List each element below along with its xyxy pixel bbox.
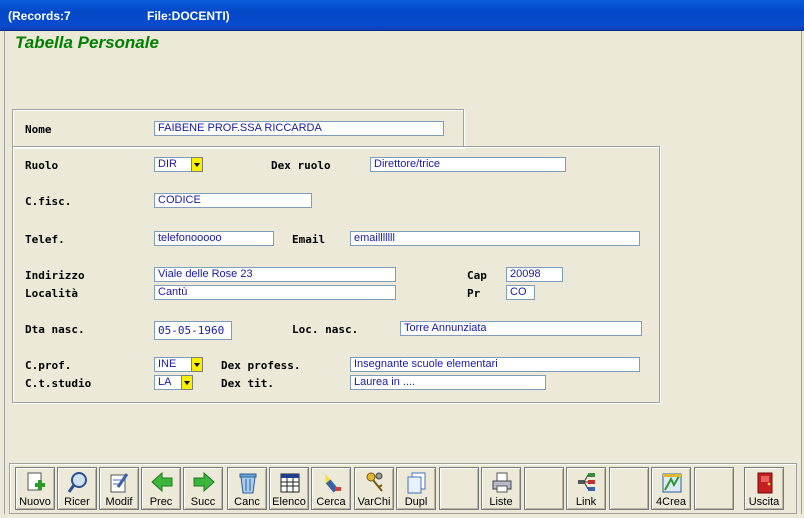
telef-field[interactable]: telefonooooo — [154, 231, 274, 246]
cap-field[interactable]: 20098 — [506, 267, 563, 282]
dex-ruolo-label: Dex ruolo — [271, 159, 331, 172]
ctstudio-dropdown-button[interactable] — [181, 375, 193, 390]
cprof-label: C.prof. — [25, 359, 72, 372]
page-title: Tabella Personale — [15, 33, 159, 52]
ricer-button[interactable]: Ricer — [57, 467, 97, 510]
create-tool-icon — [662, 473, 682, 493]
dta-nasc-label: Dta nasc. — [25, 323, 85, 336]
dex-tit-label: Dex tit. — [221, 377, 274, 390]
liste-label: Liste — [489, 496, 513, 508]
uscita-button[interactable]: Uscita — [744, 467, 784, 510]
empty-button-4[interactable] — [694, 467, 734, 510]
arrow-right-icon — [193, 471, 215, 493]
new-doc-icon — [27, 472, 45, 491]
loc-nasc-label: Loc. nasc. — [292, 323, 359, 336]
nuovo-button[interactable]: Nuovo — [15, 467, 55, 510]
dex-profess-label: Dex profess. — [221, 359, 301, 372]
modif-button[interactable]: Modif — [99, 467, 139, 510]
pr-label: Pr — [467, 287, 481, 300]
trash-icon — [239, 473, 257, 494]
dta-nasc-field[interactable]: 05-05-1960 — [154, 321, 232, 340]
4crea-label: 4Crea — [656, 496, 686, 508]
edit-doc-icon — [110, 473, 129, 493]
arrow-left-icon — [151, 471, 173, 493]
elenco-button[interactable]: Elenco — [269, 467, 309, 510]
telef-label: Telef. — [25, 233, 65, 246]
localita-field[interactable]: Cantù — [154, 285, 396, 300]
cap-label: Cap — [467, 269, 487, 282]
dex-tit-field[interactable]: Laurea in .... — [350, 375, 546, 390]
uscita-label: Uscita — [748, 496, 780, 508]
table-icon — [280, 473, 300, 493]
pr-field[interactable]: CO — [506, 285, 535, 300]
cprof-dropdown-button[interactable] — [191, 357, 203, 372]
link-label: Link — [575, 496, 597, 508]
canc-label: Canc — [234, 496, 260, 508]
printer-icon — [492, 472, 512, 493]
succ-button[interactable]: Succ — [183, 467, 223, 510]
indirizzo-label: Indirizzo — [25, 269, 85, 282]
elenco-label: Elenco — [272, 496, 306, 508]
title-bar: (Records:7 File:DOCENTI) — [0, 0, 804, 31]
link-tree-icon — [578, 473, 595, 491]
duplicate-icon — [407, 472, 426, 494]
dex-ruolo-field[interactable]: Direttore/trice — [370, 157, 566, 172]
canc-button[interactable]: Canc — [227, 467, 267, 510]
ruolo-label: Ruolo — [25, 159, 59, 172]
empty-button-3[interactable] — [609, 467, 649, 510]
dex-profess-field[interactable]: Insegnante scuole elementari — [350, 357, 640, 372]
ruolo-field[interactable]: DIR — [154, 157, 192, 172]
cerca-label: Cerca — [316, 496, 346, 508]
nuovo-label: Nuovo — [19, 496, 51, 508]
link-button[interactable]: Link — [566, 467, 606, 510]
cfisc-label: C.fisc. — [25, 195, 72, 208]
modif-label: Modif — [105, 496, 133, 508]
cerca-button[interactable]: Cerca — [311, 467, 351, 510]
ricer-label: Ricer — [64, 496, 90, 508]
exit-door-icon — [757, 472, 773, 494]
localita-label: Località — [25, 287, 78, 300]
nome-field[interactable]: FAIBENE PROF.SSA RICCARDA — [154, 121, 444, 136]
cfisc-field[interactable]: CODICE — [154, 193, 312, 208]
dupl-label: Dupl — [404, 496, 428, 508]
empty-button-1[interactable] — [439, 467, 479, 510]
ctstudio-field[interactable]: LA — [154, 375, 182, 390]
email-field[interactable]: emailllllll — [350, 231, 640, 246]
varchi-button[interactable]: VarChi — [354, 467, 394, 510]
cprof-field[interactable]: INE — [154, 357, 192, 372]
indirizzo-field[interactable]: Viale delle Rose 23 — [154, 267, 396, 282]
keys-icon — [366, 472, 383, 492]
records-count: (Records:7 — [8, 9, 71, 23]
ruolo-dropdown-button[interactable] — [191, 157, 203, 172]
flashlight-icon — [325, 474, 341, 493]
nome-label: Nome — [25, 123, 52, 136]
dupl-button[interactable]: Dupl — [396, 467, 436, 510]
4crea-button[interactable]: 4Crea — [651, 467, 691, 510]
varchi-label: VarChi — [357, 496, 391, 508]
succ-label: Succ — [190, 496, 216, 508]
email-label: Email — [292, 233, 326, 246]
ctstudio-label: C.t.studio — [25, 377, 92, 390]
file-name: File:DOCENTI) — [147, 9, 230, 23]
prec-button[interactable]: Prec — [141, 467, 181, 510]
loc-nasc-field[interactable]: Torre Annunziata — [400, 321, 642, 336]
magnifier-icon — [67, 472, 87, 493]
prec-label: Prec — [149, 496, 173, 508]
liste-button[interactable]: Liste — [481, 467, 521, 510]
empty-button-2[interactable] — [524, 467, 564, 510]
